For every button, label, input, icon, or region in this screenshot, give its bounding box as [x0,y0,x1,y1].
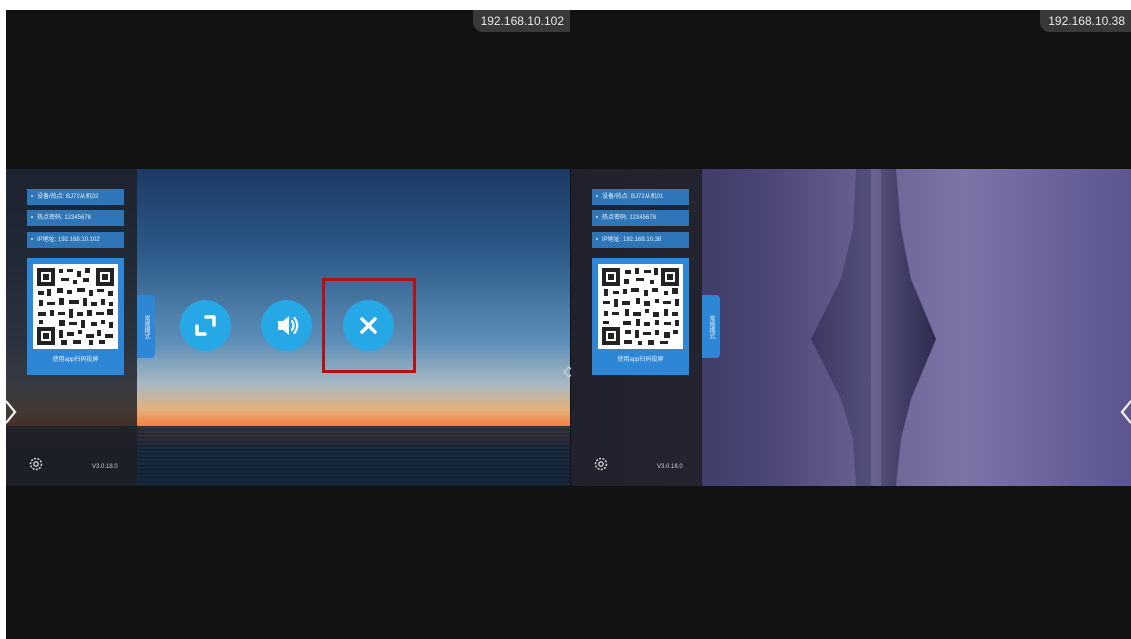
left-info-ip: IP地址: 192.168.10.102 [27,232,124,248]
right-info-password-text: 热点密码: 12345678 [602,215,657,221]
fullscreen-icon [195,315,216,336]
right-info-device: 设备/热点: BJ72从机01 [592,189,689,205]
right-qr-card[interactable]: 使用app扫码投屏 [592,258,689,375]
left-chevron-right-icon[interactable] [6,397,18,427]
right-info-ip: IP地址: 192.168.10.38 [592,232,689,248]
left-version: V3.0.18.0 [92,464,118,470]
left-ip-label: 192.168.10.102 [472,10,570,32]
right-info-ip-text: IP地址: 192.168.10.38 [602,237,662,243]
volume-button[interactable] [261,300,312,351]
right-mode-tab[interactable]: 常规模式 [702,295,720,358]
right-chevron-left-icon[interactable] [1119,397,1131,427]
fullscreen-button[interactable] [180,300,231,351]
left-info-password-text: 热点密码: 12345678 [37,215,92,221]
left-info-device: 设备/热点: BJ72从机02 [27,189,124,205]
right-pane: 192.168.10.38 设备/热点: BJ72从机01 热点密码: 1234… [571,10,1131,639]
left-qr-code [33,264,118,349]
right-side-panel: 设备/热点: BJ72从机01 热点密码: 12345678 IP地址: 192… [571,169,720,486]
left-qr-card[interactable]: 使用app扫码投屏 [27,258,124,375]
right-info-device-text: 设备/热点: BJ72从机01 [602,194,664,200]
right-qr-code [598,264,683,349]
right-gear-icon[interactable] [593,456,609,472]
left-pane: 192.168.10.102 设备/热点: BJ72从机02 热点密码: 123… [6,10,570,639]
close-button-highlight [322,278,416,373]
volume-icon [278,316,299,335]
left-gear-icon[interactable] [28,456,44,472]
mountain-reflection [811,169,936,486]
left-info-ip-text: IP地址: 192.168.10.102 [37,237,100,243]
left-qr-caption: 使用app扫码投屏 [52,357,99,363]
left-side-panel: 设备/热点: BJ72从机02 热点密码: 12345678 IP地址: 192… [6,169,155,486]
right-qr-caption: 使用app扫码投屏 [617,357,664,363]
left-mode-tab[interactable]: 常规模式 [137,295,155,358]
right-ip-label: 192.168.10.38 [1040,10,1131,32]
left-info-device-text: 设备/热点: BJ72从机02 [37,194,99,200]
left-info-password: 热点密码: 12345678 [27,210,124,226]
right-version: V3.0.18.0 [657,464,683,470]
right-info-password: 热点密码: 12345678 [592,210,689,226]
screen: 192.168.10.102 设备/热点: BJ72从机02 热点密码: 123… [6,10,1131,639]
